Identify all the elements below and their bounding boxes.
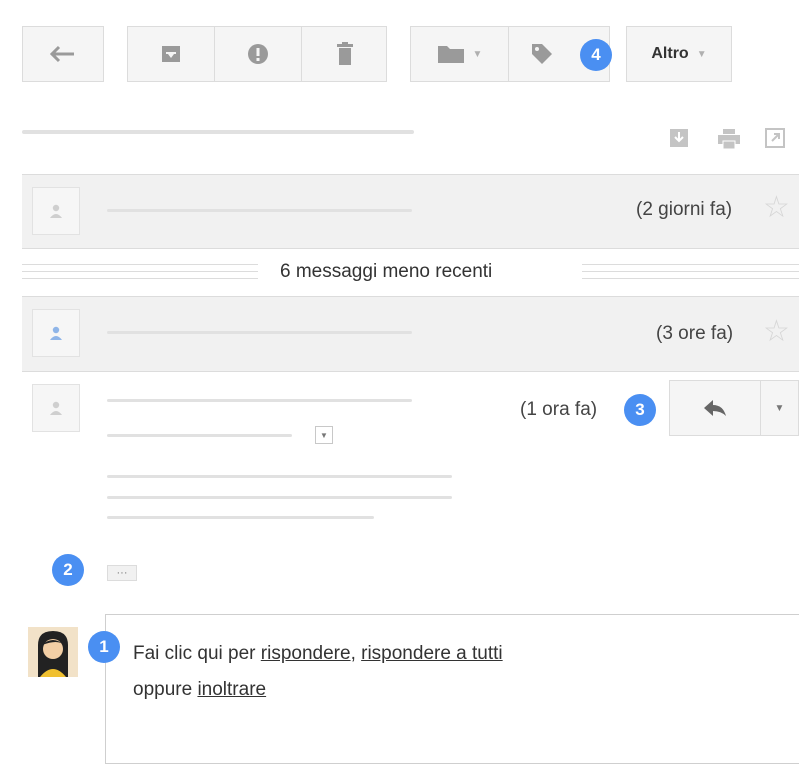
person-icon xyxy=(50,401,62,415)
archive-icon xyxy=(162,46,180,62)
avatar xyxy=(32,187,80,235)
chevron-down-icon: ▼ xyxy=(472,48,483,60)
message-time: (1 ora fa) xyxy=(520,399,598,420)
trash-icon xyxy=(337,42,353,65)
reply-prompt-prefix: Fai clic qui per xyxy=(133,643,261,664)
message-time: (3 ore fa) xyxy=(656,323,734,344)
report-spam-icon xyxy=(248,44,268,64)
reply-prompt-comma: , xyxy=(350,643,362,664)
message-row-2[interactable]: (3 ore fa) ☆ xyxy=(22,297,799,372)
label-tag-icon xyxy=(532,44,552,64)
sender-snippet xyxy=(107,331,412,334)
user-avatar xyxy=(28,627,78,677)
avatar xyxy=(32,309,80,357)
reply-prompt-or: oppure xyxy=(133,679,198,700)
callout-badge-2: 2 xyxy=(52,554,84,586)
reply-link[interactable]: rispondere xyxy=(261,643,351,664)
reply-all-link[interactable]: rispondere a tutti xyxy=(361,643,503,664)
report-spam-button[interactable] xyxy=(215,27,301,81)
body-line xyxy=(107,516,374,519)
action-button-group xyxy=(127,26,387,82)
message-time: (2 giorni fa) xyxy=(636,199,733,220)
callout-badge-3: 3 xyxy=(624,394,656,426)
body-line xyxy=(107,496,452,499)
move-to-button[interactable]: ▼ xyxy=(411,27,508,81)
new-window-icon[interactable] xyxy=(765,128,785,153)
back-arrow-icon xyxy=(50,45,74,63)
message-row-1[interactable]: (2 giorni fa) ☆ xyxy=(22,175,799,249)
collapsed-messages-label: 6 messaggi meno recenti xyxy=(280,261,493,282)
more-label: Altro xyxy=(651,45,689,62)
archive-button[interactable] xyxy=(128,27,214,81)
reply-button[interactable] xyxy=(669,380,761,436)
subject-placeholder xyxy=(22,130,414,134)
star-icon[interactable]: ☆ xyxy=(763,317,790,347)
delete-button[interactable] xyxy=(302,27,388,81)
folder-icon xyxy=(437,46,464,63)
more-button[interactable]: Altro ▼ xyxy=(626,26,732,82)
reply-arrow-icon xyxy=(704,400,726,416)
ellipsis-label: ··· xyxy=(116,566,128,579)
chevron-down-icon: ▼ xyxy=(320,430,328,440)
avatar xyxy=(32,384,80,432)
body-line xyxy=(107,475,452,478)
callout-badge-1: 1 xyxy=(88,631,120,663)
show-trimmed-content-button[interactable]: ··· xyxy=(107,565,137,581)
callout-badge-4: 4 xyxy=(580,39,612,71)
person-icon xyxy=(50,326,62,340)
forward-link[interactable]: inoltrare xyxy=(197,679,266,700)
sender-name-placeholder xyxy=(107,399,412,402)
recipient-placeholder xyxy=(107,434,292,437)
details-dropdown[interactable]: ▼ xyxy=(315,426,333,444)
reply-prompt: Fai clic qui per rispondere, rispondere … xyxy=(133,636,733,708)
print-icon[interactable] xyxy=(717,128,741,155)
back-button[interactable] xyxy=(22,26,104,82)
star-icon[interactable]: ☆ xyxy=(763,193,790,223)
download-icon[interactable] xyxy=(669,128,689,153)
chevron-down-icon: ▼ xyxy=(696,48,707,60)
sender-snippet xyxy=(107,209,412,212)
message-expanded: ▼ (1 ora fa) ▼ ··· xyxy=(22,372,799,602)
chevron-down-icon: ▼ xyxy=(774,402,785,414)
person-icon xyxy=(50,204,62,218)
reply-more-dropdown[interactable]: ▼ xyxy=(761,380,799,436)
collapsed-messages-row[interactable]: 6 messaggi meno recenti xyxy=(22,249,799,296)
